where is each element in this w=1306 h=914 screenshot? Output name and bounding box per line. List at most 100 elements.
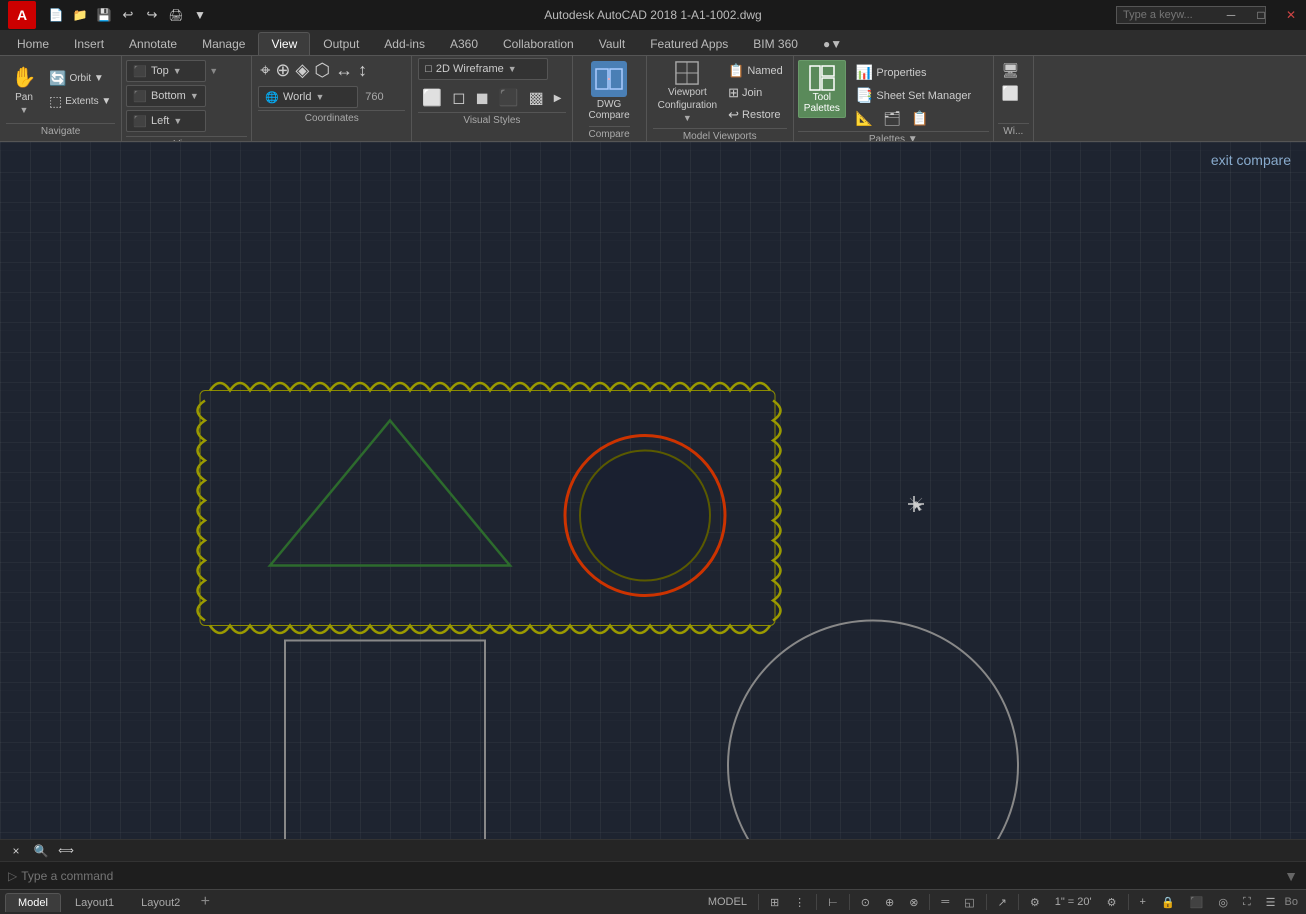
model-space-btn[interactable]: MODEL (702, 894, 753, 910)
dwg-compare-btn[interactable]: DWG Compare (581, 58, 638, 124)
dyn-input-btn[interactable]: ↗ (992, 894, 1013, 911)
coord-icon-3[interactable]: ◈ (294, 58, 312, 83)
lineweight-btn[interactable]: ═ (935, 894, 955, 910)
tab-output[interactable]: Output (311, 33, 371, 55)
qa-open-btn[interactable]: 📁 (69, 4, 91, 26)
coord-icon-2[interactable]: ⊕ (273, 58, 292, 83)
exit-compare-btn[interactable]: exit compare (1211, 152, 1291, 168)
palettes-label[interactable]: Palettes ▼ (798, 131, 989, 142)
snap-track-btn[interactable]: ⊕ (879, 894, 900, 911)
hardware-btn[interactable]: ⬛ (1184, 894, 1210, 911)
wi-btn-2[interactable]: ⬜ (998, 83, 1029, 104)
tab-vault[interactable]: Vault (587, 33, 637, 55)
ortho-btn[interactable]: ⊢ (822, 894, 844, 911)
qa-print-btn[interactable]: 🖨 (165, 4, 187, 26)
qa-new-btn[interactable]: 📄 (45, 4, 67, 26)
view-left-btn[interactable]: ⬛Left▼ (126, 110, 206, 132)
polar-btn[interactable]: ⊙ (855, 894, 876, 911)
vs-icon-1[interactable]: ⬜ (418, 86, 446, 110)
tab-home[interactable]: Home (5, 33, 61, 55)
tab-a360[interactable]: A360 (438, 33, 490, 55)
qa-save-btn[interactable]: 💾 (93, 4, 115, 26)
tab-more[interactable]: ●▼ (811, 33, 854, 55)
tab-insert[interactable]: Insert (62, 33, 116, 55)
tab-manage[interactable]: Manage (190, 33, 257, 55)
vs-expand[interactable]: ▶ (550, 86, 566, 110)
qa-more-btn[interactable]: ▼ (189, 4, 211, 26)
otrack-btn[interactable]: ⊗ (903, 894, 924, 911)
named-btn[interactable]: 📋 Named (724, 61, 787, 81)
isolate-btn[interactable]: ◎ (1212, 894, 1234, 911)
maximize-btn[interactable]: □ (1246, 0, 1276, 30)
orbit-btn[interactable]: 🔄Orbit ▼ (45, 68, 115, 89)
join-btn[interactable]: ⊞ Join (724, 83, 787, 103)
visual-style-dropdown[interactable]: □ 2D Wireframe ▼ (418, 58, 548, 80)
coordinates-label[interactable]: Coordinates (258, 110, 405, 126)
qa-undo-btn[interactable]: ↩ (117, 4, 139, 26)
coord-icon-6[interactable]: ↕ (356, 58, 369, 83)
tab-addins[interactable]: Add-ins (372, 33, 437, 55)
ribbon-tabs: Home Insert Annotate Manage View Output … (0, 30, 1306, 56)
coord-icon-1[interactable]: ⌖ (258, 58, 272, 83)
anno-scale-btn[interactable]: 1" = 20' (1049, 894, 1098, 910)
vs-icon-4[interactable]: ⬛ (495, 86, 523, 110)
palette-icon-3[interactable]: 📋 (907, 108, 932, 129)
cmdline-input[interactable] (21, 869, 1284, 883)
restore-btn[interactable]: ↩ Restore (724, 105, 787, 125)
world-label: World (283, 91, 312, 103)
palette-icon-1[interactable]: 📐 (852, 108, 877, 129)
close-btn[interactable]: ✕ (1276, 0, 1306, 30)
tab-featured-apps[interactable]: Featured Apps (638, 33, 740, 55)
compare-label[interactable]: Compare (589, 126, 630, 142)
wi-btn-1[interactable]: 🖥 (998, 60, 1029, 81)
transparency-btn[interactable]: ◱ (958, 894, 980, 911)
world-dropdown[interactable]: 🌐 World ▼ (258, 86, 358, 108)
grid-btn[interactable]: ⊞ (764, 894, 785, 911)
vs-icon-3[interactable]: ◼ (471, 86, 492, 110)
cmdline-scroll-btn[interactable]: ▼ (1284, 868, 1298, 884)
sheet-set-label: Sheet Set Manager (876, 90, 971, 102)
customize-btn[interactable]: ☰ (1260, 894, 1282, 911)
coord-icon-4[interactable]: ⬡ (312, 58, 332, 83)
viewport-config-btn[interactable]: Viewport Configuration ▼ (653, 58, 722, 126)
cmdline-close-btn[interactable]: × (5, 840, 27, 862)
coord-value: 760 (365, 91, 383, 103)
coord-icon-5[interactable]: ↔ (333, 58, 355, 83)
lock-btn[interactable]: 🔒 (1155, 894, 1181, 911)
fullscreen-btn[interactable]: ⛶ (1237, 894, 1257, 911)
palette-icon-2[interactable]: 🗂 (879, 108, 905, 129)
named-label: Named (747, 65, 782, 77)
model-viewports-label[interactable]: Model Viewports (653, 128, 787, 142)
tool-palettes-btn[interactable]: Tool Palettes (798, 60, 846, 118)
add-tab-btn[interactable]: + (194, 891, 216, 913)
sheet-set-manager-btn[interactable]: 📑 Sheet Set Manager (852, 85, 975, 106)
qprops-btn[interactable]: ⚙ (1024, 894, 1046, 911)
properties-btn[interactable]: 📊 Properties (852, 62, 975, 83)
tab-annotate[interactable]: Annotate (117, 33, 189, 55)
tab-view[interactable]: View (258, 32, 310, 55)
view-top-expand[interactable]: ▼ (209, 66, 218, 76)
view-bottom-btn[interactable]: ⬛Bottom▼ (126, 85, 206, 107)
settings-btn[interactable]: ⚙ (1101, 894, 1123, 911)
minimize-btn[interactable]: ─ (1216, 0, 1246, 30)
cmdline-search-btn[interactable]: 🔍 (30, 840, 52, 862)
tab-layout2[interactable]: Layout2 (128, 893, 193, 912)
tab-collaboration[interactable]: Collaboration (491, 33, 586, 55)
visual-styles-label[interactable]: Visual Styles (418, 112, 565, 128)
workspace-btn[interactable]: + (1134, 894, 1152, 910)
pan-btn[interactable]: ✋ Pan ▼ (6, 65, 42, 115)
tab-model[interactable]: Model (5, 893, 61, 912)
cmdline-arrows-btn[interactable]: ⟺ (55, 840, 77, 862)
visual-style-label: 2D Wireframe (436, 63, 504, 75)
tab-bim360[interactable]: BIM 360 (741, 33, 810, 55)
snap-btn[interactable]: ⋮ (788, 894, 811, 911)
view-top-btn[interactable]: ⬛Top▼ (126, 60, 206, 82)
extents-btn[interactable]: ⬚Extents ▼ (45, 91, 115, 112)
qa-redo-btn[interactable]: ↪ (141, 4, 163, 26)
tab-layout1[interactable]: Layout1 (62, 893, 127, 912)
canvas-area[interactable]: exit compare (0, 142, 1306, 839)
navigate-label[interactable]: Navigate (6, 123, 115, 139)
vs-icon-5[interactable]: ▩ (525, 86, 548, 110)
vs-icon-2[interactable]: ◻ (448, 86, 469, 110)
wi-label[interactable]: Wi... (998, 123, 1029, 139)
